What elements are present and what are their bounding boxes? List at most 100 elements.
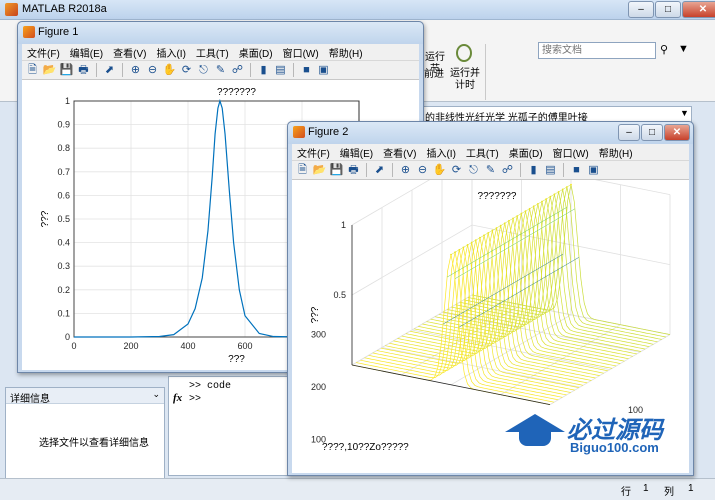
- path-dropdown-icon[interactable]: ▼: [680, 108, 689, 118]
- chevron-down-icon[interactable]: ⌄: [152, 389, 160, 400]
- menu-item-7[interactable]: 帮助(H): [594, 145, 638, 160]
- y-tick-label: 0.2: [57, 285, 70, 295]
- show-icon[interactable]: ▣: [316, 63, 331, 78]
- close-icon[interactable]: ✕: [682, 1, 715, 18]
- toolbar-separator: [96, 63, 97, 77]
- y-tick-label: 200: [311, 382, 326, 392]
- hide-icon[interactable]: ■: [569, 163, 584, 178]
- menu-item-4[interactable]: 工具(T): [461, 145, 504, 160]
- rotate-icon[interactable]: ⟳: [449, 163, 464, 178]
- brush-icon[interactable]: ✎: [213, 63, 228, 78]
- zoom-in-icon[interactable]: ⊕: [128, 63, 143, 78]
- x-tick-label: 0: [71, 341, 76, 351]
- plot-title: ???????: [217, 87, 256, 98]
- y-axis-label: ???: [40, 210, 51, 227]
- menu-item-7[interactable]: 帮助(H): [324, 45, 368, 60]
- pointer-icon[interactable]: ⬈: [372, 163, 387, 178]
- y-tick-label: 0.1: [57, 308, 70, 318]
- menu-item-4[interactable]: 工具(T): [191, 45, 234, 60]
- row-label: 行: [621, 487, 631, 498]
- zoom-in-icon[interactable]: ⊕: [398, 163, 413, 178]
- save-icon[interactable]: 💾: [59, 63, 74, 78]
- details-panel: 详细信息 ⌄ 选择文件以查看详细信息: [5, 387, 165, 487]
- colorbar-icon[interactable]: ▮: [256, 63, 271, 78]
- menu-item-1[interactable]: 编辑(E): [65, 45, 108, 60]
- save-icon[interactable]: 💾: [329, 163, 344, 178]
- show-icon[interactable]: ▣: [586, 163, 601, 178]
- zoom-out-icon[interactable]: ⊖: [415, 163, 430, 178]
- menu-item-2[interactable]: 查看(V): [108, 45, 151, 60]
- advance-label: 前进: [424, 69, 444, 80]
- open-icon[interactable]: 📂: [312, 163, 327, 178]
- pan-icon[interactable]: ✋: [432, 163, 447, 178]
- legend-icon[interactable]: ▤: [273, 63, 288, 78]
- pan-icon[interactable]: ✋: [162, 63, 177, 78]
- toolbar-separator: [563, 163, 564, 177]
- minimize-icon[interactable]: –: [618, 124, 640, 141]
- search-icon[interactable]: ⚲: [660, 43, 674, 57]
- maximize-icon[interactable]: □: [641, 124, 663, 141]
- close-icon[interactable]: ✕: [664, 124, 690, 141]
- menu-item-2[interactable]: 查看(V): [378, 145, 421, 160]
- figure-1-menubar: 文件(F) 编辑(E) 查看(V) 插入(I) 工具(T) 桌面(D) 窗口(W) 帮助(H): [22, 44, 419, 60]
- colorbar-icon[interactable]: ▮: [526, 163, 541, 178]
- y-tick-label: 0: [65, 332, 70, 342]
- menu-item-3[interactable]: 插入(I): [151, 45, 190, 60]
- print-icon[interactable]: 🖶: [76, 63, 91, 78]
- minimize-icon[interactable]: –: [628, 1, 654, 18]
- menu-item-6[interactable]: 窗口(W): [278, 45, 324, 60]
- command-prompt[interactable]: >>: [189, 394, 201, 405]
- menu-item-3[interactable]: 插入(I): [421, 145, 460, 160]
- status-bar: 行 1 列 1: [0, 478, 715, 500]
- figure-1-titlebar[interactable]: Figure 1: [18, 22, 423, 44]
- run-time-label-2: 计时: [455, 80, 475, 91]
- zoom-out-icon[interactable]: ⊖: [145, 63, 160, 78]
- advance-button[interactable]: 前进: [422, 69, 446, 81]
- toolbar-separator: [366, 163, 367, 177]
- stopwatch-icon: [456, 44, 472, 62]
- y-tick-label: 1: [65, 96, 70, 106]
- print-icon[interactable]: 🖶: [346, 163, 361, 178]
- notification-icon[interactable]: ▼: [678, 43, 692, 57]
- details-header-label: 详细信息: [10, 394, 50, 405]
- menu-item-5[interactable]: 桌面(D): [234, 45, 278, 60]
- menu-item-0[interactable]: 文件(F): [22, 45, 65, 60]
- y-tick-label: 0.9: [57, 120, 70, 130]
- new-icon[interactable]: 🗎: [25, 63, 40, 78]
- hide-icon[interactable]: ■: [299, 63, 314, 78]
- datatip-icon[interactable]: ⎋: [196, 63, 211, 78]
- menu-item-5[interactable]: 桌面(D): [504, 145, 548, 160]
- open-icon[interactable]: 📂: [42, 63, 57, 78]
- brush-icon[interactable]: ✎: [483, 163, 498, 178]
- z-tick-label: 1: [341, 220, 346, 230]
- legend-icon[interactable]: ▤: [543, 163, 558, 178]
- main-window-title: MATLAB R2018a: [22, 3, 107, 15]
- y-tick-label: 0.4: [57, 238, 70, 248]
- watermark: 必过源码 Biguo100.com: [505, 408, 705, 460]
- figure-2-titlebar[interactable]: Figure 2 – □ ✕: [288, 122, 693, 144]
- command-window[interactable]: >> code fx >>: [168, 376, 288, 476]
- link-icon[interactable]: ☍: [230, 63, 245, 78]
- plot-title: ???????: [478, 191, 517, 202]
- menu-item-0[interactable]: 文件(F): [292, 145, 335, 160]
- run-and-time-button[interactable]: 运行并 计时: [450, 68, 480, 92]
- z-axis-label: ???: [310, 306, 321, 323]
- fx-icon[interactable]: fx: [173, 392, 182, 404]
- menu-item-6[interactable]: 窗口(W): [548, 145, 594, 160]
- toolbar-separator: [520, 163, 521, 177]
- menu-item-1[interactable]: 编辑(E): [335, 145, 378, 160]
- row-value: 1: [643, 483, 649, 494]
- toolbar-separator: [250, 63, 251, 77]
- new-icon[interactable]: 🗎: [295, 163, 310, 178]
- rotate-icon[interactable]: ⟳: [179, 63, 194, 78]
- toolbar-separator: [392, 163, 393, 177]
- details-panel-header[interactable]: 详细信息 ⌄: [6, 388, 164, 405]
- datatip-icon[interactable]: ⎋: [466, 163, 481, 178]
- maximize-icon[interactable]: □: [655, 1, 681, 18]
- link-icon[interactable]: ☍: [500, 163, 515, 178]
- search-documentation-input[interactable]: [538, 42, 656, 59]
- watermark-url: Biguo100.com: [570, 440, 659, 455]
- z-tick-label: 0.5: [333, 290, 346, 300]
- pointer-icon[interactable]: ⬈: [102, 63, 117, 78]
- x-axis-line: [351, 364, 551, 405]
